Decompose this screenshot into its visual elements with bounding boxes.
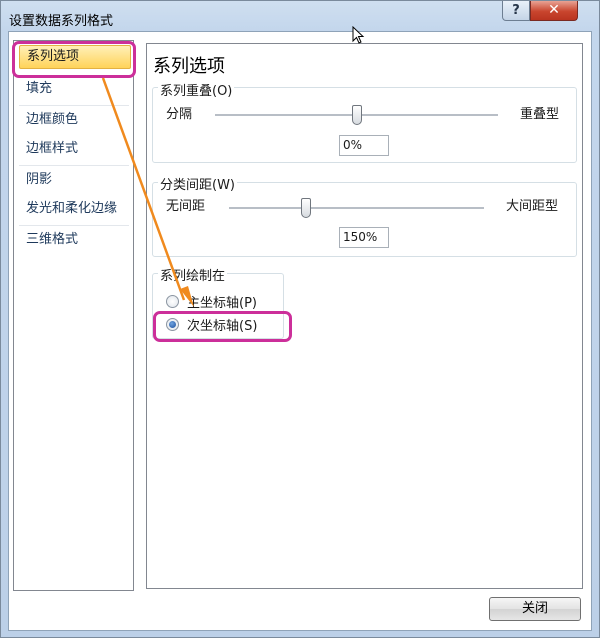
gap-right-label: 大间距型 <box>506 199 559 214</box>
overlap-value-input[interactable]: 0% <box>339 135 389 156</box>
panel-title: 系列选项 <box>153 56 225 77</box>
gap-left-label: 无间距 <box>166 199 206 214</box>
nav-item-glow-soft-edges[interactable]: 发光和柔化边缘 <box>19 197 131 221</box>
nav-item-border-style[interactable]: 边框样式 <box>19 137 131 161</box>
annotation-highlight-series-options <box>12 41 136 78</box>
nav-item-fill[interactable]: 填充 <box>19 77 131 101</box>
title-bar[interactable]: 设置数据系列格式 ? ✕ <box>1 1 599 31</box>
overlap-right-label: 重叠型 <box>520 107 560 122</box>
category-list: 系列选项 填充 边框颜色 边框样式 阴影 发光和柔化边缘 三维格式 <box>13 40 134 591</box>
overlap-left-label: 分隔 <box>166 107 193 122</box>
gap-slider-track[interactable] <box>229 207 484 210</box>
primary-axis-radio[interactable] <box>166 295 179 308</box>
nav-item-border-color[interactable]: 边框颜色 <box>19 108 131 132</box>
nav-divider <box>19 165 129 166</box>
nav-divider <box>19 225 129 226</box>
close-button[interactable]: 关闭 <box>489 597 581 621</box>
nav-item-3d-format[interactable]: 三维格式 <box>19 228 131 252</box>
annotation-highlight-secondary-axis <box>153 311 292 342</box>
help-button[interactable]: ? <box>502 1 530 21</box>
nav-divider <box>19 105 129 106</box>
primary-axis-label[interactable]: 主坐标轴(P) <box>187 292 257 311</box>
dialog-title: 设置数据系列格式 <box>9 14 114 29</box>
overlap-legend: 系列重叠(O) <box>158 80 235 99</box>
nav-item-shadow[interactable]: 阴影 <box>19 168 131 192</box>
gap-legend: 分类间距(W) <box>158 174 237 193</box>
plot-on-legend: 系列绘制在 <box>158 265 228 284</box>
window-close-button[interactable]: ✕ <box>530 1 578 21</box>
gap-slider-thumb[interactable] <box>300 198 311 218</box>
mouse-cursor-icon <box>352 26 365 44</box>
overlap-slider-thumb[interactable] <box>351 105 362 125</box>
gap-value-input[interactable]: 150% <box>339 227 389 248</box>
